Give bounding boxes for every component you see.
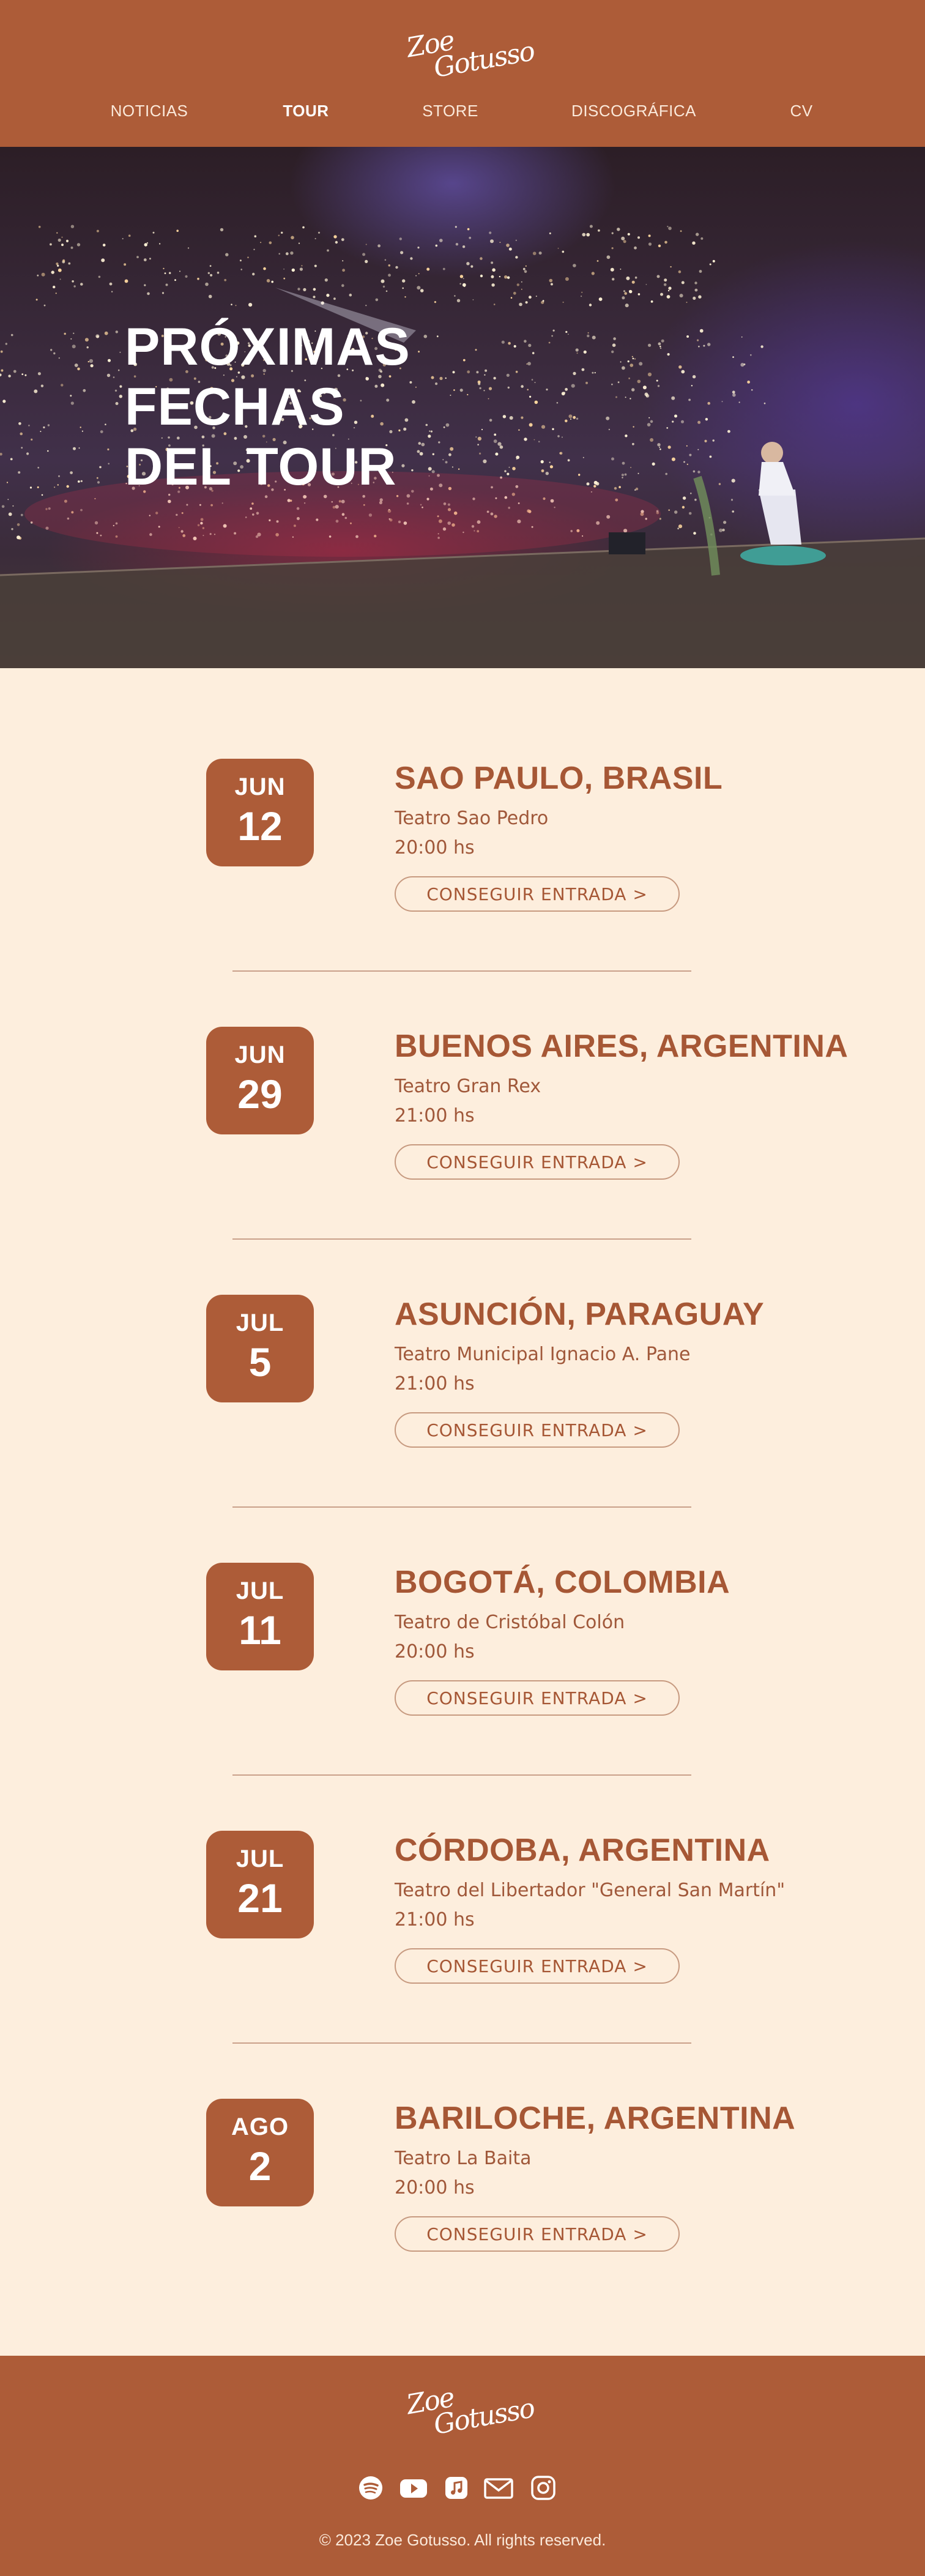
- divider: [232, 2042, 691, 2044]
- apple-music-icon[interactable]: [443, 2474, 470, 2501]
- event-time: 21:00 hs: [395, 1105, 475, 1126]
- divider: [232, 1774, 691, 1776]
- tour-event: JUL 21 CÓRDOBA, ARGENTINA Teatro del Lib…: [0, 1831, 925, 2014]
- date-badge: JUL 21: [206, 1831, 314, 1938]
- date-day: 11: [239, 1607, 281, 1653]
- date-day: 2: [248, 2143, 272, 2189]
- date-month: AGO: [231, 2113, 289, 2140]
- date-month: JUN: [234, 773, 286, 800]
- nav-item-discografica[interactable]: DISCOGRÁFICA: [571, 102, 696, 121]
- date-badge: JUL 11: [206, 1563, 314, 1670]
- divider: [232, 1506, 691, 1508]
- hero-title: PRÓXIMAS FECHAS DEL TOUR: [125, 317, 553, 497]
- hero-title-line-1: PRÓXIMAS: [125, 318, 410, 376]
- site-header: Zoe Gotusso NOTICIAS TOUR STORE DISCOGRÁ…: [0, 0, 925, 147]
- date-badge: JUL 5: [206, 1295, 314, 1402]
- date-day: 12: [237, 803, 283, 849]
- event-time: 20:00 hs: [395, 1641, 475, 1662]
- event-city: BARILOCHE, ARGENTINA: [395, 2101, 796, 2136]
- spotify-icon[interactable]: [357, 2474, 384, 2501]
- date-day: 21: [237, 1875, 283, 1921]
- divider: [232, 1238, 691, 1240]
- tour-event: JUL 5 ASUNCIÓN, PARAGUAY Teatro Municipa…: [0, 1295, 925, 1478]
- hero-title-line-2: FECHAS: [125, 378, 345, 436]
- event-city: BOGOTÁ, COLOMBIA: [395, 1565, 730, 1600]
- date-month: JUN: [234, 1041, 286, 1068]
- date-day: 5: [248, 1339, 272, 1385]
- get-ticket-button[interactable]: CONSEGUIR ENTRADA >: [395, 876, 680, 912]
- tour-event: JUL 11 BOGOTÁ, COLOMBIA Teatro de Cristó…: [0, 1563, 925, 1746]
- date-day: 29: [237, 1071, 283, 1117]
- get-ticket-button[interactable]: CONSEGUIR ENTRADA >: [395, 2216, 680, 2252]
- event-time: 20:00 hs: [395, 2177, 475, 2198]
- date-badge: JUN 29: [206, 1027, 314, 1134]
- event-venue: Teatro de Cristóbal Colón: [395, 1612, 625, 1633]
- event-city: CÓRDOBA, ARGENTINA: [395, 1833, 770, 1868]
- event-venue: Teatro del Libertador "General San Martí…: [395, 1880, 786, 1901]
- date-month: JUL: [236, 1577, 284, 1604]
- event-venue: Teatro Gran Rex: [395, 1076, 541, 1097]
- nav-item-store[interactable]: STORE: [422, 102, 478, 121]
- email-icon[interactable]: [483, 2474, 514, 2501]
- copyright-text: © 2023 Zoe Gotusso. All rights reserved.: [319, 2531, 606, 2549]
- social-links: [357, 2474, 568, 2504]
- date-badge: AGO 2: [206, 2099, 314, 2206]
- date-month: JUL: [236, 1845, 284, 1872]
- event-venue: Teatro La Baita: [395, 2148, 532, 2169]
- event-time: 21:00 hs: [395, 1373, 475, 1394]
- site-logo[interactable]: Zoe Gotusso: [404, 14, 537, 93]
- event-venue: Teatro Municipal Ignacio A. Pane: [395, 1344, 691, 1365]
- get-ticket-button[interactable]: CONSEGUIR ENTRADA >: [395, 1144, 680, 1180]
- main-nav: NOTICIAS TOUR STORE DISCOGRÁFICA CV: [0, 102, 925, 126]
- nav-item-cv[interactable]: CV: [790, 102, 812, 121]
- divider: [232, 970, 691, 972]
- hero-banner: PRÓXIMAS FECHAS DEL TOUR: [0, 147, 925, 668]
- event-city: SAO PAULO, BRASIL: [395, 761, 723, 796]
- hero-title-line-3: DEL TOUR: [125, 437, 397, 496]
- tour-event: JUN 12 SAO PAULO, BRASIL Teatro Sao Pedr…: [0, 759, 925, 942]
- date-month: JUL: [236, 1309, 284, 1336]
- footer-logo[interactable]: Zoe Gotusso: [404, 2371, 537, 2450]
- tour-event: JUN 29 BUENOS AIRES, ARGENTINA Teatro Gr…: [0, 1027, 925, 1210]
- instagram-icon[interactable]: [530, 2474, 557, 2501]
- event-time: 20:00 hs: [395, 837, 475, 858]
- event-venue: Teatro Sao Pedro: [395, 808, 549, 829]
- date-badge: JUN 12: [206, 759, 314, 866]
- event-city: ASUNCIÓN, PARAGUAY: [395, 1297, 765, 1332]
- get-ticket-button[interactable]: CONSEGUIR ENTRADA >: [395, 1680, 680, 1716]
- get-ticket-button[interactable]: CONSEGUIR ENTRADA >: [395, 1412, 680, 1448]
- nav-item-noticias[interactable]: NOTICIAS: [111, 102, 188, 121]
- youtube-icon[interactable]: [399, 2474, 428, 2501]
- nav-item-tour[interactable]: TOUR: [283, 102, 329, 121]
- event-city: BUENOS AIRES, ARGENTINA: [395, 1029, 849, 1064]
- site-footer: Zoe Gotusso © 2023 Zoe Gotusso. All righ…: [0, 2356, 925, 2576]
- event-time: 21:00 hs: [395, 1909, 475, 1930]
- tour-event: AGO 2 BARILOCHE, ARGENTINA Teatro La Bai…: [0, 2099, 925, 2282]
- get-ticket-button[interactable]: CONSEGUIR ENTRADA >: [395, 1948, 680, 1984]
